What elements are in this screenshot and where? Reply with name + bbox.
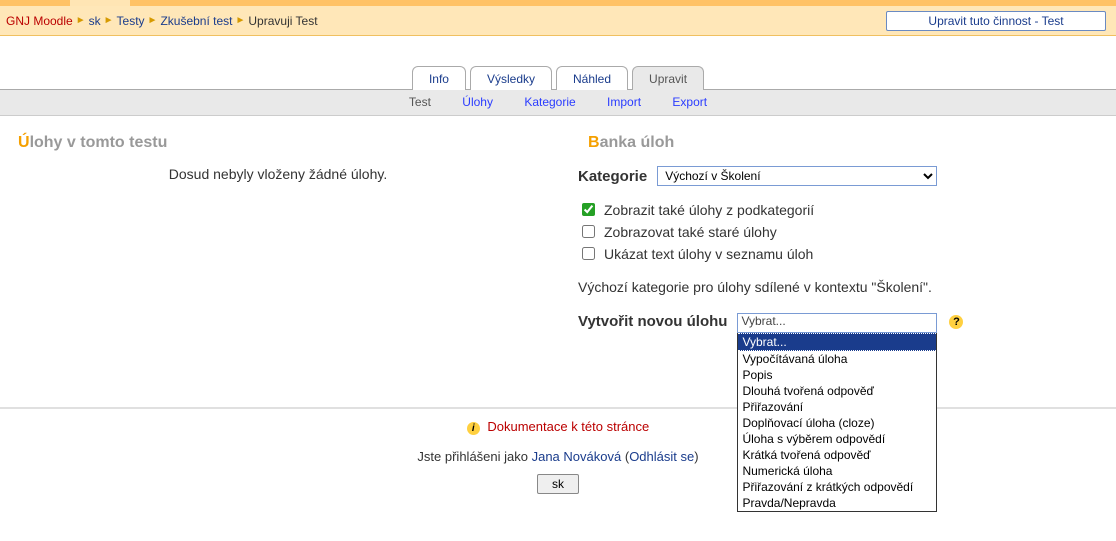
- dropdown-option[interactable]: Dlouhá tvořená odpověď: [738, 383, 936, 399]
- tab-upravit[interactable]: Upravit: [632, 66, 704, 90]
- checkbox-subcategories-row: Zobrazit také úlohy z podkategorií: [578, 200, 1108, 219]
- main-columns: Úlohy v tomto testu Dosud nebyly vloženy…: [0, 116, 1116, 377]
- dropdown-option[interactable]: Úloha s výběrem odpovědí: [738, 431, 936, 447]
- category-label: Kategorie: [578, 168, 647, 185]
- breadcrumb: GNJ Moodle ► sk ► Testy ► Zkušební test …: [6, 14, 318, 28]
- checkbox-text[interactable]: [582, 247, 595, 260]
- tabs-area: Info Výsledky Náhled Upravit Test Úlohy …: [0, 66, 1116, 116]
- checkbox-subcategories[interactable]: [582, 203, 595, 216]
- subnav-ulohy[interactable]: Úlohy: [462, 95, 493, 109]
- dropdown-option[interactable]: Doplňovací úloha (cloze): [738, 415, 936, 431]
- breadcrumb-item-zkusebni[interactable]: Zkušební test: [160, 14, 232, 28]
- panel-title-rest: anka úloh: [600, 134, 675, 151]
- tab-info[interactable]: Info: [412, 66, 466, 90]
- category-row: Kategorie Výchozí v Školení: [578, 166, 1108, 186]
- tab-vysledky[interactable]: Výsledky: [470, 66, 552, 90]
- help-icon[interactable]: ?: [949, 315, 963, 329]
- create-question-label: Vytvořit novou úlohu: [578, 313, 727, 330]
- breadcrumb-item-testy[interactable]: Testy: [117, 14, 145, 28]
- login-status-prefix: Jste přihlášeni jako: [417, 449, 531, 464]
- tabs-row: Info Výsledky Náhled Upravit: [0, 66, 1116, 90]
- checkbox-subcategories-label: Zobrazit také úlohy z podkategorií: [604, 202, 814, 218]
- no-tasks-message: Dosud nebyly vloženy žádné úlohy.: [8, 166, 548, 182]
- tab-nahled[interactable]: Náhled: [556, 66, 628, 90]
- subnav-test: Test: [409, 95, 431, 109]
- checkbox-old-row: Zobrazovat také staré úlohy: [578, 222, 1108, 241]
- category-description: Výchozí kategorie pro úlohy sdílené v ko…: [578, 279, 1108, 295]
- dropdown-option[interactable]: Přiřazování z krátkých odpovědí: [738, 479, 936, 495]
- panel-title-rest: lohy v tomto testu: [30, 134, 168, 151]
- logout-link[interactable]: Odhlásit se: [629, 449, 694, 464]
- panel-question-bank: Banka úloh Kategorie Výchozí v Školení Z…: [578, 130, 1108, 367]
- checkbox-old-label: Zobrazovat také staré úlohy: [604, 224, 777, 240]
- create-question-dropdown: Vybrat... Vypočítávaná úloha Popis Dlouh…: [737, 333, 937, 512]
- breadcrumb-item-sk[interactable]: sk: [89, 14, 101, 28]
- info-icon: i: [467, 422, 480, 435]
- panel-test-tasks: Úlohy v tomto testu Dosud nebyly vloženy…: [8, 130, 548, 182]
- dropdown-option[interactable]: Popis: [738, 367, 936, 383]
- panel-title-firstchar: B: [588, 134, 600, 151]
- category-select[interactable]: Výchozí v Školení: [657, 166, 937, 186]
- footer-separator: [0, 407, 1116, 409]
- panel-title-tasks: Úlohy v tomto testu: [18, 134, 548, 152]
- paren-close: ): [694, 449, 698, 464]
- dropdown-option[interactable]: Vybrat...: [738, 333, 936, 351]
- breadcrumb-bar: GNJ Moodle ► sk ► Testy ► Zkušební test …: [0, 6, 1116, 36]
- dropdown-option[interactable]: Vypočítávaná úloha: [738, 351, 936, 367]
- page-footer: i Dokumentace k této stránce Jste přihlá…: [0, 419, 1116, 504]
- breadcrumb-sep: ►: [76, 15, 86, 26]
- course-home-button[interactable]: sk: [537, 474, 579, 494]
- create-question-select[interactable]: Vybrat...: [737, 313, 937, 333]
- breadcrumb-current: Upravuji Test: [248, 14, 317, 28]
- panel-title-bank: Banka úloh: [588, 134, 1108, 152]
- create-question-row: Vytvořit novou úlohu Vybrat... Vybrat...…: [578, 313, 1108, 333]
- panel-title-firstchar: Ú: [18, 134, 30, 151]
- edit-activity-button[interactable]: Upravit tuto činnost - Test: [886, 11, 1106, 31]
- breadcrumb-sep: ►: [104, 15, 114, 26]
- subnav: Test Úlohy Kategorie Import Export: [0, 89, 1116, 116]
- documentation-link[interactable]: Dokumentace k této stránce: [487, 419, 649, 434]
- user-profile-link[interactable]: Jana Nováková: [532, 449, 622, 464]
- dropdown-option[interactable]: Přiřazování: [738, 399, 936, 415]
- checkbox-text-row: Ukázat text úlohy v seznamu úloh: [578, 244, 1108, 263]
- dropdown-option[interactable]: Pravda/Nepravda: [738, 495, 936, 511]
- checkbox-old[interactable]: [582, 225, 595, 238]
- checkbox-text-label: Ukázat text úlohy v seznamu úloh: [604, 246, 813, 262]
- subnav-export[interactable]: Export: [672, 95, 707, 109]
- subnav-kategorie[interactable]: Kategorie: [524, 95, 575, 109]
- breadcrumb-root[interactable]: GNJ Moodle: [6, 14, 73, 28]
- dropdown-option[interactable]: Numerická úloha: [738, 463, 936, 479]
- dropdown-option[interactable]: Krátká tvořená odpověď: [738, 447, 936, 463]
- subnav-import[interactable]: Import: [607, 95, 641, 109]
- breadcrumb-sep: ►: [148, 15, 158, 26]
- breadcrumb-sep: ►: [235, 15, 245, 26]
